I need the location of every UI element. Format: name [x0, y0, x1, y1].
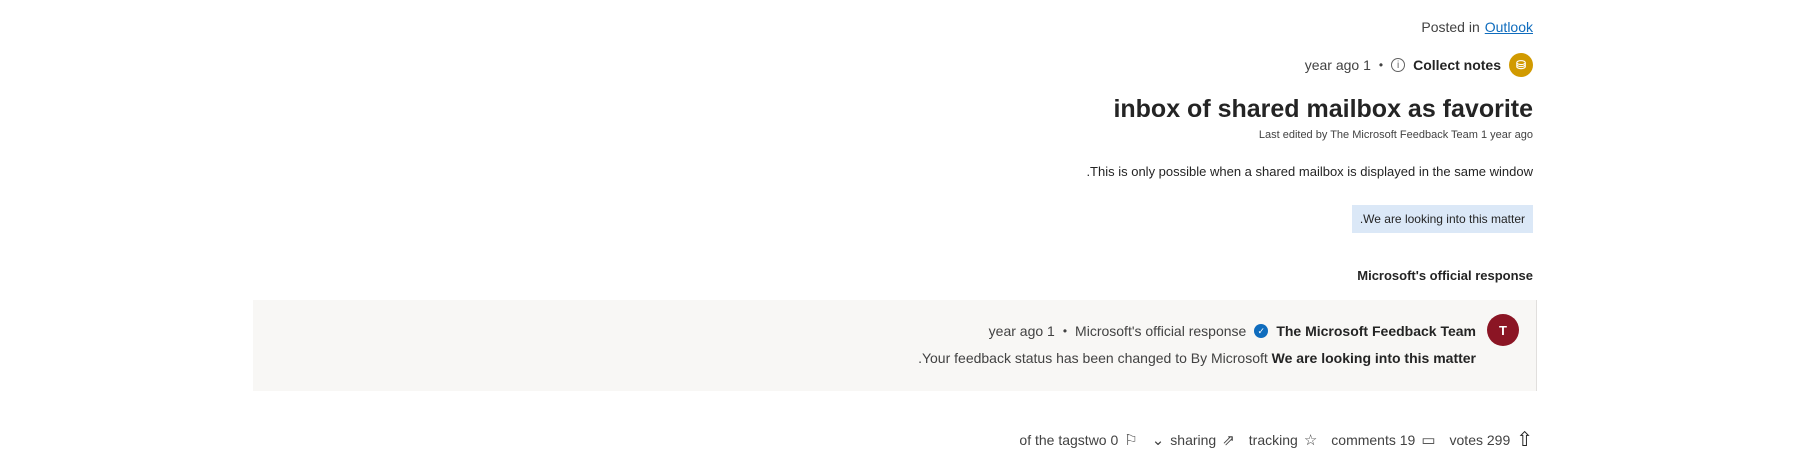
sharing-label: sharing: [1170, 432, 1217, 448]
upvote-icon[interactable]: ⇧: [1516, 430, 1533, 450]
category-link[interactable]: Outlook: [1485, 19, 1533, 35]
votes-button[interactable]: votes 299 ⇧: [1450, 430, 1533, 450]
chevron-down-icon: ⌄: [1151, 432, 1165, 449]
tags-label: of the tagstwo 0: [1019, 432, 1119, 448]
comment-icon: ▭: [1421, 432, 1436, 449]
separator-dot: •: [1378, 58, 1384, 72]
response-text: .Your feedback status has been changed t…: [918, 350, 1476, 366]
post-time: year ago 1: [1304, 57, 1371, 73]
verified-icon: ✓: [1254, 324, 1269, 338]
comments-label: comments 19: [1331, 432, 1416, 448]
official-response-card: [253, 300, 1537, 391]
post-meta: year ago 1 • i Collect notes ⛁: [1305, 53, 1533, 77]
sharing-button[interactable]: ⌄ sharing ⇗: [1152, 431, 1235, 449]
tracking-button[interactable]: tracking ☆: [1249, 431, 1317, 449]
response-label: Microsoft's official response: [1075, 323, 1247, 339]
edited-info: Last edited by The Microsoft Feedback Te…: [1258, 129, 1533, 141]
collect-notes-button[interactable]: Collect notes: [1413, 57, 1501, 73]
info-icon[interactable]: i: [1391, 58, 1406, 72]
response-author[interactable]: The Microsoft Feedback Team: [1276, 323, 1476, 339]
tracking-label: tracking: [1248, 432, 1298, 448]
response-text-prefix: .Your feedback status has been changed t…: [918, 350, 1272, 366]
official-response-header: year ago 1 • Microsoft's official respon…: [989, 323, 1476, 339]
post-title: inbox of shared mailbox as favorite: [1113, 95, 1533, 123]
avatar[interactable]: T: [1487, 314, 1519, 346]
flag-icon: ⚐: [1124, 432, 1138, 449]
tags-button[interactable]: of the tagstwo 0 ⚐: [1019, 431, 1137, 449]
official-response-heading: Microsoft's official response: [1357, 268, 1533, 283]
posted-in-line: Posted in Outlook: [1421, 19, 1533, 35]
separator-dot: •: [1062, 324, 1068, 338]
posted-in-label: Posted in: [1421, 19, 1480, 35]
status-badge: .We are looking into this matter: [1351, 205, 1533, 233]
post-body: .This is only possible when a shared mai…: [1086, 164, 1533, 179]
response-status: We are looking into this matter: [1271, 350, 1476, 366]
star-icon: ☆: [1303, 432, 1318, 449]
post-toolbar: of the tagstwo 0 ⚐ ⌄ sharing ⇗ tracking …: [1019, 430, 1533, 450]
votes-label: votes 299: [1449, 432, 1511, 448]
coin-icon[interactable]: ⛁: [1509, 53, 1533, 77]
share-icon: ⇗: [1222, 432, 1235, 449]
response-time: year ago 1: [988, 323, 1055, 339]
comments-button[interactable]: comments 19 ▭: [1331, 431, 1435, 449]
